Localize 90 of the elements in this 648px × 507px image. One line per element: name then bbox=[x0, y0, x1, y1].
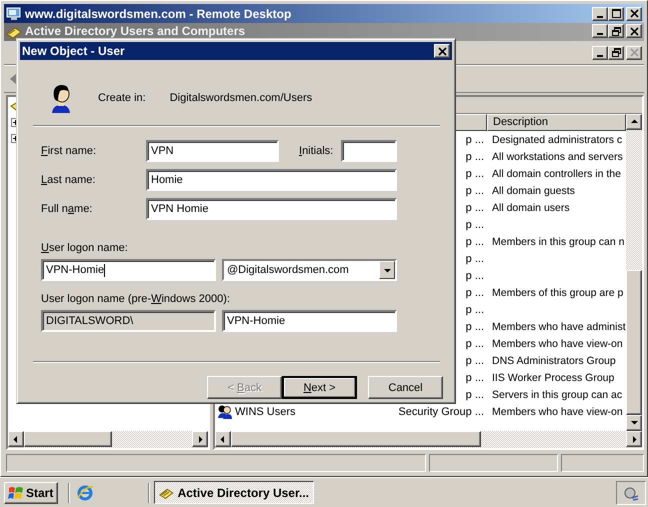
table-cell-text: p ... bbox=[464, 134, 484, 146]
table-cell: All domain users bbox=[492, 202, 570, 214]
close-icon bbox=[630, 26, 638, 36]
table-cell-text: p ... bbox=[464, 372, 484, 384]
minimize-icon bbox=[597, 33, 603, 35]
restore-button[interactable] bbox=[608, 24, 624, 38]
scroll-up-button[interactable] bbox=[626, 114, 642, 130]
field-label: Full name: bbox=[41, 203, 94, 215]
network-icon bbox=[623, 484, 639, 500]
input-field[interactable]: VPN-Homie bbox=[222, 310, 397, 332]
dialog-button[interactable]: Cancel bbox=[368, 376, 443, 399]
table-cell: Designated administrators c bbox=[492, 134, 622, 146]
table-cell-text: p ... bbox=[464, 354, 484, 366]
input-field[interactable] bbox=[341, 140, 397, 162]
table-cell: All domain controllers in the bbox=[492, 168, 621, 180]
table-cell: All workstations and servers bbox=[492, 150, 623, 162]
table-cell: IIS Worker Process Group bbox=[492, 372, 614, 384]
table-cell: Members who have view-on bbox=[492, 338, 623, 350]
input-field[interactable]: VPN Homie bbox=[146, 198, 397, 220]
create-in-path: Digitalswordsmen.com/Users bbox=[170, 92, 312, 104]
dialog-button[interactable]: Next > bbox=[282, 376, 357, 399]
domain-dropdown[interactable]: @Digitalswordsmen.com bbox=[222, 259, 397, 281]
start-button[interactable]: Start bbox=[4, 482, 58, 504]
restore-button[interactable] bbox=[608, 46, 624, 60]
minimize-button[interactable] bbox=[592, 46, 608, 60]
table-cell: WINS Users bbox=[235, 406, 296, 418]
table-cell-text: p ... bbox=[464, 338, 484, 350]
windows-flag-icon bbox=[8, 484, 24, 500]
close-icon bbox=[438, 46, 446, 56]
table-cell-text: p ... bbox=[464, 150, 484, 162]
dialog-title: New Object - User bbox=[22, 44, 126, 58]
input-field[interactable]: DIGITALSWORD\ bbox=[41, 310, 216, 332]
table-cell-text: p ... bbox=[464, 184, 484, 196]
table-cell-text: p ... bbox=[464, 270, 484, 282]
field-label: Last name: bbox=[41, 174, 96, 186]
table-cell: Members of this group are p bbox=[492, 286, 624, 298]
computer-icon bbox=[6, 6, 22, 22]
scrollbar-thumb[interactable] bbox=[24, 431, 112, 447]
minimize-button[interactable] bbox=[592, 6, 608, 20]
minimize-button[interactable] bbox=[592, 24, 608, 38]
arrow-down-icon bbox=[630, 418, 638, 428]
close-button[interactable] bbox=[626, 46, 642, 60]
table-cell: Servers in this group can ac bbox=[492, 388, 622, 400]
table-cell-text: p ... bbox=[464, 286, 484, 298]
field-label: User logon name: bbox=[41, 242, 128, 254]
create-in-label: Create in: bbox=[98, 92, 146, 104]
maximize-icon bbox=[612, 9, 620, 18]
restore-icon bbox=[612, 26, 620, 36]
input-field[interactable]: VPN bbox=[146, 140, 279, 162]
minimize-icon bbox=[597, 16, 603, 18]
table-cell-text: p ... bbox=[464, 218, 484, 230]
table-cell-text: p ... bbox=[464, 236, 484, 248]
scroll-left-button[interactable] bbox=[8, 431, 24, 447]
input-field[interactable]: Homie bbox=[146, 169, 397, 191]
table-cell-text: p ... bbox=[464, 202, 484, 214]
close-icon bbox=[630, 48, 638, 57]
table-cell-text: p ... bbox=[464, 388, 484, 400]
field-label: Initials: bbox=[299, 145, 334, 157]
window-title: Active Directory Users and Computers bbox=[25, 24, 246, 38]
input-field[interactable]: VPN-Homie bbox=[41, 259, 216, 281]
table-cell: DNS Administrators Group bbox=[492, 354, 616, 366]
field-label: First name: bbox=[41, 145, 98, 157]
table-cell: All domain guests bbox=[492, 184, 575, 196]
close-button[interactable] bbox=[434, 44, 450, 58]
minimize-icon bbox=[597, 54, 603, 56]
close-button[interactable] bbox=[626, 24, 642, 38]
scrollbar-thumb[interactable] bbox=[626, 270, 642, 415]
scroll-down-button[interactable] bbox=[626, 415, 642, 431]
user-group-icon bbox=[217, 404, 233, 420]
taskbar-button[interactable]: Active Directory User... bbox=[154, 481, 314, 504]
scroll-right-button[interactable] bbox=[192, 431, 208, 447]
table-cell: Members who have administ bbox=[492, 320, 626, 332]
close-button[interactable] bbox=[626, 6, 642, 20]
restore-icon bbox=[612, 48, 620, 57]
scroll-left-button[interactable] bbox=[215, 431, 231, 447]
table-cell-text: p ... bbox=[464, 168, 484, 180]
scrollbar-thumb[interactable] bbox=[231, 431, 481, 447]
browser-e-icon bbox=[76, 484, 94, 502]
table-cell: Members in this group can n bbox=[492, 236, 624, 248]
window-title: www.digitalswordsmen.com - Remote Desktop bbox=[25, 6, 292, 20]
column-header[interactable]: Description bbox=[487, 114, 626, 131]
table-cell-text: p ... bbox=[464, 304, 484, 316]
close-icon bbox=[630, 9, 638, 18]
table-cell-text: Security Group ... bbox=[397, 406, 484, 418]
maximize-button[interactable] bbox=[608, 6, 624, 20]
table-cell: Members who have view-on bbox=[492, 406, 623, 418]
table-cell-text: p ... bbox=[464, 320, 484, 332]
table-cell-text: p ... bbox=[464, 252, 484, 264]
scroll-right-button[interactable] bbox=[626, 431, 642, 447]
field-label: User logon name (pre-Windows 2000): bbox=[41, 293, 230, 305]
